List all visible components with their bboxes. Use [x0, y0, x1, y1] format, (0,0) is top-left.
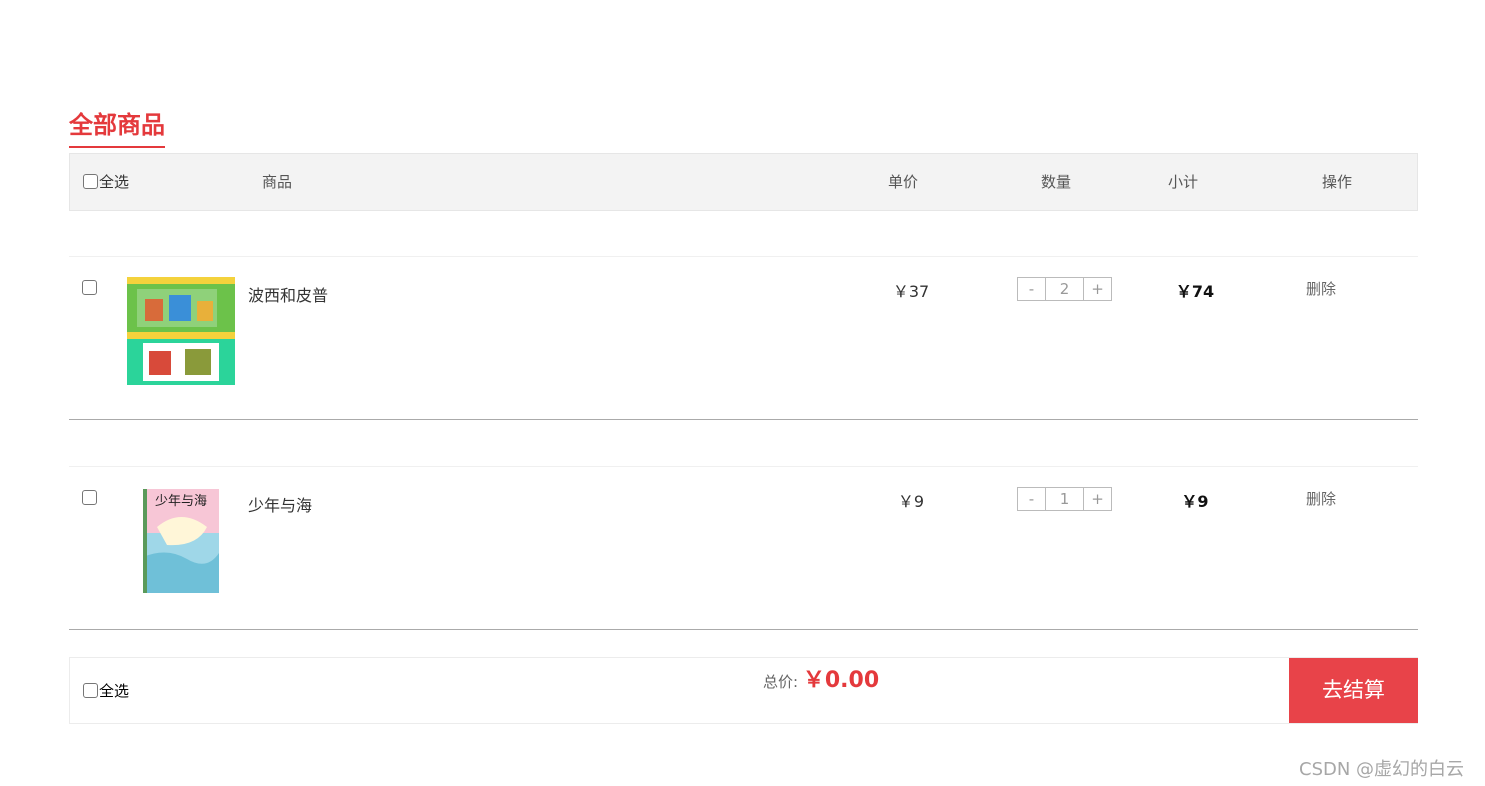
column-header-unit-price: 单价 — [888, 173, 919, 191]
checkout-button[interactable]: 去结算 — [1289, 658, 1418, 723]
total-label: 总价: — [763, 673, 799, 691]
item-checkbox[interactable] — [82, 490, 97, 505]
product-thumbnail: 少年与海 — [143, 489, 219, 593]
delete-button[interactable]: 删除 — [1306, 278, 1336, 299]
footer-select-all[interactable]: 全选 — [83, 680, 129, 701]
cart-footer: 全选 总价: ￥0.00 去结算 — [69, 657, 1418, 724]
delete-button[interactable]: 删除 — [1306, 488, 1336, 509]
decrease-quantity-button[interactable]: - — [1018, 488, 1045, 510]
total-amount: ￥0.00 — [802, 668, 880, 693]
item-subtotal: ￥9 — [1181, 492, 1209, 511]
book-cover-title: 少年与海 — [155, 494, 207, 509]
increase-quantity-button[interactable]: + — [1084, 488, 1111, 510]
increase-quantity-button[interactable]: + — [1084, 278, 1111, 300]
page-title: 全部商品 — [69, 110, 165, 148]
header-select-all[interactable]: 全选 — [83, 171, 129, 192]
cart-item-row: 少年与海 少年与海 ￥9 - 1 + ￥9 删除 — [69, 466, 1418, 630]
total-price: 总价: ￥0.00 — [763, 662, 879, 694]
watermark: CSDN @虚幻的白云 — [1299, 759, 1465, 780]
quantity-stepper: - 1 + — [1017, 487, 1112, 511]
select-all-label: 全选 — [99, 682, 130, 700]
item-checkbox[interactable] — [82, 280, 97, 295]
cart-item-row: 波西和皮普 ￥37 - 2 + ￥74 删除 — [69, 256, 1418, 420]
decrease-quantity-button[interactable]: - — [1018, 278, 1045, 300]
select-all-label: 全选 — [99, 173, 130, 191]
column-header-subtotal: 小计 — [1168, 173, 1199, 191]
quantity-stepper: - 2 + — [1017, 277, 1112, 301]
unit-price: ￥37 — [892, 282, 930, 301]
product-name[interactable]: 少年与海 — [248, 492, 312, 516]
cart-table-header: 全选 商品 单价 数量 小计 操作 — [69, 153, 1418, 211]
unit-price: ￥9 — [897, 492, 925, 511]
select-all-checkbox[interactable] — [83, 174, 98, 189]
product-name[interactable]: 波西和皮普 — [248, 282, 328, 306]
column-header-quantity: 数量 — [1041, 173, 1072, 191]
quantity-input[interactable]: 2 — [1045, 278, 1084, 300]
product-thumbnail — [127, 277, 235, 385]
column-header-product: 商品 — [262, 173, 293, 191]
item-subtotal: ￥74 — [1175, 282, 1215, 301]
column-header-action: 操作 — [1322, 173, 1353, 191]
quantity-input[interactable]: 1 — [1045, 488, 1084, 510]
cart-page: 全部商品 全选 商品 单价 数量 小计 操作 波西和皮普 ￥37 - 2 + ￥… — [0, 0, 1485, 786]
select-all-checkbox[interactable] — [83, 683, 98, 698]
